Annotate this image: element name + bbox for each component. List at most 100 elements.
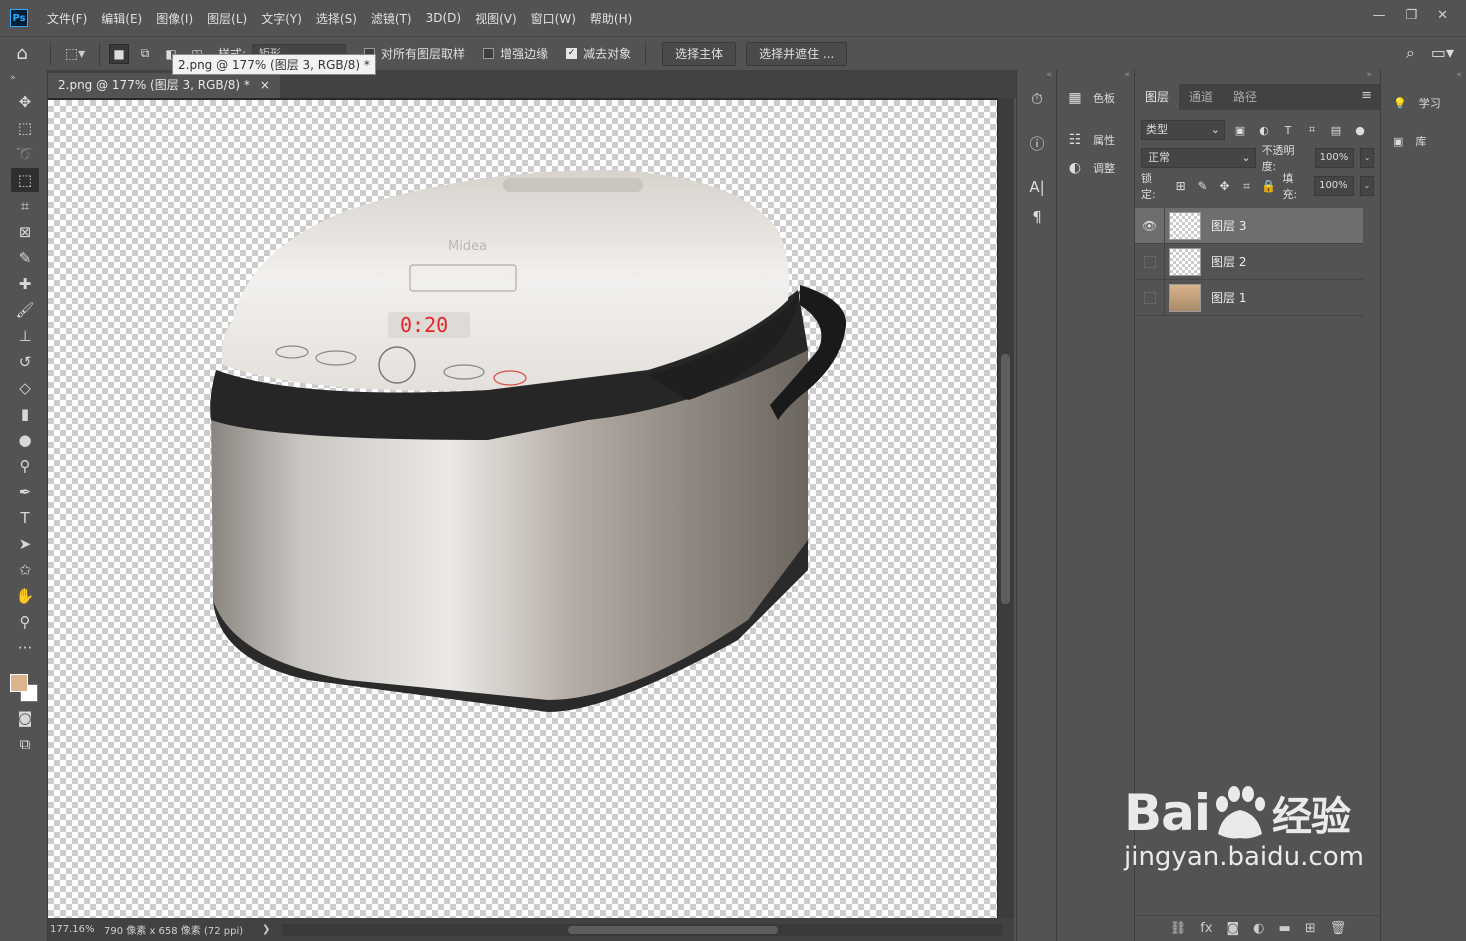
scroll-thumb[interactable] (1001, 354, 1010, 604)
character-icon[interactable]: A| (1017, 172, 1057, 202)
pen-tool-icon[interactable]: ✒ (11, 480, 39, 504)
restore-button[interactable]: ❐ (1405, 8, 1417, 23)
lock-position-icon[interactable]: ✥ (1217, 179, 1233, 193)
more-tools-icon[interactable]: ··· (11, 636, 39, 660)
checkbox-box[interactable] (483, 48, 495, 59)
document-tab[interactable]: 2.png @ 177% (图层 3, RGB/8) * × (48, 73, 280, 98)
menu-file[interactable]: 文件(F) (40, 10, 94, 27)
learn-panel-button[interactable]: 💡 学习 (1381, 84, 1466, 122)
add-to-selection-icon[interactable]: ⧉ (135, 44, 155, 64)
fill-dropdown-icon[interactable]: ⌄ (1360, 176, 1374, 196)
collapse-icon[interactable]: « (1017, 70, 1056, 84)
history-brush-icon[interactable]: ↺ (11, 350, 39, 374)
lock-transparent-icon[interactable]: ⊞ (1173, 179, 1189, 193)
paragraph-icon[interactable]: ¶ (1017, 202, 1057, 232)
menu-edit[interactable]: 编辑(E) (94, 10, 149, 27)
visibility-off-icon[interactable] (1143, 291, 1156, 304)
home-icon[interactable]: ⌂ (0, 37, 44, 71)
horizontal-scrollbar[interactable] (282, 923, 1003, 936)
foreground-color-swatch[interactable] (10, 674, 28, 692)
move-tool-icon[interactable]: ✥ (11, 90, 39, 114)
color-swatches[interactable] (6, 664, 46, 704)
swatches-panel-button[interactable]: ▦ 色板 (1057, 84, 1134, 112)
object-selection-tool-icon[interactable]: ⬚ (11, 168, 39, 192)
blur-tool-icon[interactable]: ● (11, 428, 39, 452)
new-group-icon[interactable]: ▬ (1279, 921, 1291, 936)
opacity-dropdown-icon[interactable]: ⌄ (1360, 148, 1374, 168)
dodge-tool-icon[interactable]: ⚲ (11, 454, 39, 478)
tab-layers[interactable]: 图层 (1135, 84, 1180, 110)
filter-shape-icon[interactable]: ⌗ (1303, 123, 1321, 137)
close-tab-icon[interactable]: × (260, 73, 270, 98)
layer-filter-select[interactable]: 类型 ⌄ (1141, 120, 1225, 140)
visibility-off-icon[interactable] (1143, 255, 1156, 268)
screen-mode-icon[interactable]: ⧉ (11, 732, 39, 756)
blend-mode-select[interactable]: 正常 ⌄ (1141, 148, 1256, 168)
libraries-panel-button[interactable]: ▣ 库 (1381, 122, 1466, 160)
menu-view[interactable]: 视图(V) (468, 10, 524, 27)
link-layers-icon[interactable]: ⛓ (1170, 921, 1187, 936)
lock-image-icon[interactable]: ✎ (1195, 179, 1211, 193)
menu-type[interactable]: 文字(Y) (254, 10, 309, 27)
collapse-icon[interactable]: « (1057, 70, 1134, 84)
collapse-icon[interactable]: » (0, 70, 47, 88)
menu-help[interactable]: 帮助(H) (583, 10, 639, 27)
visibility-toggle[interactable] (1135, 279, 1165, 316)
tab-paths[interactable]: 路径 (1223, 84, 1267, 110)
status-menu-arrow[interactable]: ❯ (262, 924, 270, 935)
marquee-tool-icon[interactable]: ⬚ (11, 116, 39, 140)
visibility-eye-icon[interactable]: 👁 (1135, 207, 1165, 244)
sample-all-layers-checkbox[interactable]: 对所有图层取样 (364, 45, 465, 62)
menu-window[interactable]: 窗口(W) (524, 10, 583, 27)
minimize-button[interactable]: — (1372, 8, 1385, 23)
lock-all-icon[interactable]: 🔒 (1260, 179, 1276, 193)
panel-menu-icon[interactable]: ≡ (1361, 88, 1372, 103)
vertical-scrollbar[interactable] (998, 98, 1014, 920)
clone-stamp-icon[interactable]: ⊥ (11, 324, 39, 348)
path-selection-icon[interactable]: ➤ (11, 532, 39, 556)
tab-channels[interactable]: 通道 (1179, 84, 1223, 110)
collapse-icon[interactable]: » (1135, 70, 1380, 84)
type-tool-icon[interactable]: T (11, 506, 39, 530)
layer-style-icon[interactable]: fx (1200, 921, 1212, 936)
history-icon[interactable]: ⏱ (1017, 84, 1057, 114)
eraser-tool-icon[interactable]: ◇ (11, 376, 39, 400)
custom-shape-icon[interactable]: ✩ (11, 558, 39, 582)
add-mask-icon[interactable]: ◙ (1227, 921, 1240, 936)
gradient-tool-icon[interactable]: ▮ (11, 402, 39, 426)
object-selection-tool-preset-icon[interactable]: ⬚▾ (57, 41, 93, 67)
delete-layer-icon[interactable]: 🗑 (1330, 921, 1347, 936)
filter-type-icon[interactable]: T (1279, 124, 1297, 137)
lock-artboard-icon[interactable]: ⌗ (1239, 179, 1255, 194)
properties-panel-button[interactable]: ☷ 属性 (1057, 126, 1134, 154)
menu-filter[interactable]: 滤镜(T) (364, 10, 419, 27)
select-subject-button[interactable]: 选择主体 (662, 41, 737, 66)
filter-toggle-icon[interactable]: ● (1351, 124, 1369, 137)
eyedropper-tool-icon[interactable]: ✎ (11, 246, 39, 270)
filter-smart-object-icon[interactable]: ▤ (1327, 124, 1345, 137)
hand-tool-icon[interactable]: ✋ (11, 584, 39, 608)
zoom-tool-icon[interactable]: ⚲ (11, 610, 39, 634)
brush-tool-icon[interactable]: 🖌 (11, 298, 39, 322)
layer-row[interactable]: 👁 图层 3 (1135, 207, 1363, 244)
layer-row[interactable]: 图层 2 (1135, 243, 1363, 280)
collapse-icon[interactable]: « (1381, 70, 1466, 84)
scroll-thumb[interactable] (568, 925, 779, 934)
checkbox-checked-icon[interactable]: ✓ (566, 48, 578, 59)
search-icon[interactable]: ⌕ (1406, 43, 1415, 63)
close-button[interactable]: ✕ (1437, 8, 1448, 23)
select-and-mask-button[interactable]: 选择并遮住 ... (746, 41, 848, 66)
workspace-icon[interactable]: ▭▾ (1431, 43, 1454, 63)
lasso-tool-icon[interactable]: ➰ (11, 142, 39, 166)
menu-layer[interactable]: 图层(L) (200, 10, 254, 27)
menu-select[interactable]: 选择(S) (309, 10, 364, 27)
opacity-input[interactable]: 100% (1314, 148, 1355, 168)
visibility-toggle[interactable] (1135, 243, 1165, 280)
filter-adjustment-icon[interactable]: ◐ (1255, 124, 1273, 137)
filter-pixel-icon[interactable]: ▣ (1231, 124, 1249, 137)
quick-mask-icon[interactable]: ◙ (11, 706, 39, 730)
crop-tool-icon[interactable]: ⌗ (11, 194, 39, 218)
zoom-level[interactable]: 177.16% (48, 924, 104, 935)
layer-row[interactable]: 图层 1 (1135, 279, 1363, 316)
menu-3d[interactable]: 3D(D) (419, 11, 468, 25)
